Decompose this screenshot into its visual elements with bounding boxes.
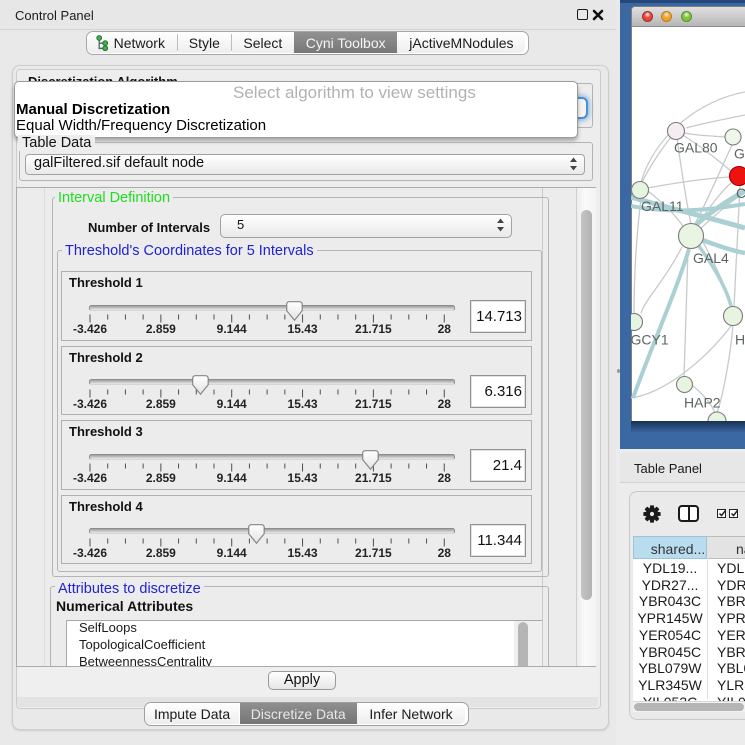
svg-text:GA: GA: [734, 146, 745, 162]
svg-text:HAP2: HAP2: [684, 395, 721, 411]
svg-text:HI: HI: [735, 332, 745, 348]
svg-text:GAL80: GAL80: [674, 140, 718, 156]
svg-text:GAL4: GAL4: [693, 250, 729, 266]
svg-text:GCY1: GCY1: [631, 332, 669, 348]
svg-text:C: C: [736, 185, 745, 201]
svg-text:GAL11: GAL11: [641, 198, 684, 214]
